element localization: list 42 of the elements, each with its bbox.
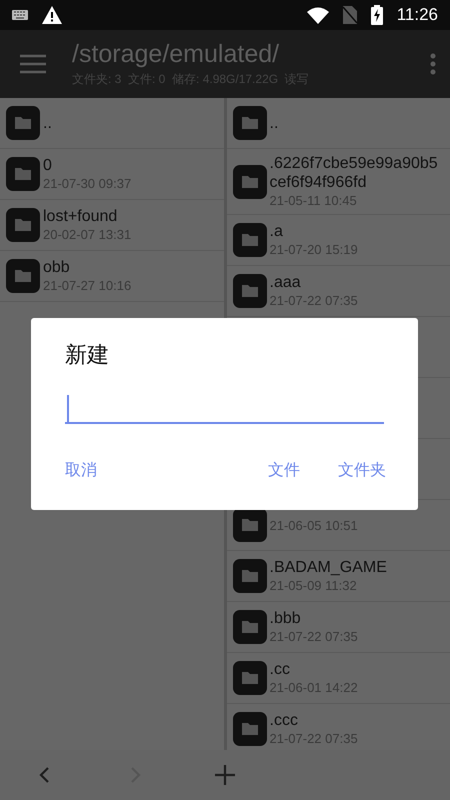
folder-name: .aaa — [270, 273, 302, 292]
folder-icon — [6, 259, 40, 293]
keyboard-icon — [12, 10, 28, 20]
folder-icon — [6, 208, 40, 242]
folder-icon — [232, 661, 266, 695]
folder-name: 0 — [43, 156, 53, 175]
folder-name: .. — [270, 114, 278, 132]
folder-name: .. — [43, 114, 52, 132]
folder-icon — [232, 106, 266, 140]
folder-name: .cc — [270, 660, 291, 679]
folder-icon — [232, 610, 266, 644]
add-icon[interactable] — [214, 764, 236, 786]
warning-icon — [42, 6, 62, 24]
folder-row[interactable]: .. — [0, 98, 224, 149]
folder-name: .bbb — [270, 609, 302, 628]
dialog-button[interactable]: 取消 — [61, 454, 101, 487]
folder-icon — [232, 508, 266, 542]
folder-name: obb — [43, 258, 71, 277]
folder-icon — [6, 106, 40, 140]
folder-icon — [232, 274, 266, 308]
menu-icon[interactable] — [20, 54, 46, 74]
clock-time: 11:26 — [396, 5, 438, 25]
battery-charging-icon — [370, 5, 383, 25]
folder-name: .BADAM_GAME — [270, 558, 387, 577]
folder-name: .a — [270, 222, 284, 241]
name-input-field[interactable] — [65, 392, 384, 424]
no-sim-icon — [342, 6, 357, 24]
folder-path: /storage/emulated/ — [72, 40, 280, 69]
folder-icon — [232, 559, 266, 593]
folder-name: .ccc — [270, 711, 299, 730]
folder-icon — [232, 223, 266, 257]
folder-row[interactable]: .. — [226, 98, 450, 149]
dialog-button[interactable]: 文件 — [264, 454, 304, 487]
folder-icon — [232, 164, 266, 198]
folder-name: .6226f7cbe59e99a90b5cef6f94f966fd — [270, 154, 439, 192]
folder-name: lost+found — [43, 207, 118, 226]
wifi-icon — [306, 6, 329, 24]
folder-icon — [232, 712, 266, 746]
dialog-button[interactable]: 文件夹 — [334, 454, 390, 487]
more-options-icon[interactable] — [430, 53, 436, 75]
dialog-title: 新建 — [65, 341, 110, 369]
folder-icon — [6, 157, 40, 191]
